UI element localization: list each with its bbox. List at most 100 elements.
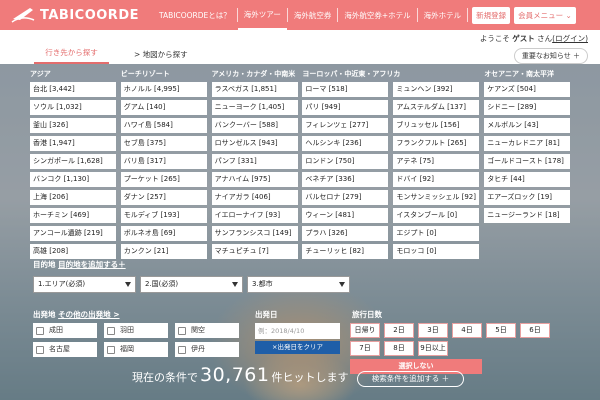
brand-logo[interactable]: TABICOORDE	[10, 5, 139, 25]
destination-link[interactable]: ホノルル [4,995]	[120, 82, 207, 97]
destination-link[interactable]: サンフランシスコ [149]	[211, 226, 298, 241]
destination-link[interactable]: プーケット [265]	[120, 172, 207, 187]
destination-selects: 1.エリア(必須) 2.国(必須) 3.都市	[33, 276, 354, 293]
destination-link[interactable]: 釜山 [326]	[30, 118, 116, 133]
destination-link[interactable]: ヘルシンキ [236]	[302, 136, 389, 151]
destination-link[interactable]: ロサンゼルス [943]	[211, 136, 298, 151]
destination-link[interactable]: パンフ [331]	[211, 154, 298, 169]
add-destination-link[interactable]: 目的地を追加する＋	[58, 260, 126, 269]
days-option[interactable]: 日帰り	[350, 323, 380, 338]
destination-link[interactable]: ラスベガス [1,851]	[211, 82, 298, 97]
destination-link[interactable]: アテネ [75]	[393, 154, 480, 169]
destination-link[interactable]: ブリュッセル [156]	[393, 118, 480, 133]
airport-label: 伊丹	[191, 345, 205, 353]
destination-link[interactable]: チューリッヒ [82]	[302, 244, 389, 259]
destination-link[interactable]: 台北 [3,442]	[30, 82, 116, 97]
destination-link[interactable]: フランクフルト [265]	[393, 136, 480, 151]
destination-link[interactable]: モロッコ [0]	[393, 244, 480, 259]
city-select[interactable]: 3.都市	[247, 276, 350, 293]
airport-checkbox-kansai[interactable]: 関空	[175, 323, 239, 338]
airport-checkbox-itami[interactable]: 伊丹	[175, 342, 239, 357]
destination-link[interactable]: ソウル [1,032]	[30, 100, 116, 115]
country-select[interactable]: 2.国(必須)	[140, 276, 243, 293]
airport-checkbox-nagoya[interactable]: 名古屋	[33, 342, 97, 357]
destination-link[interactable]: メルボルン [43]	[484, 118, 571, 133]
destination-link[interactable]: マチュピチュ [7]	[211, 244, 298, 259]
nav-flights[interactable]: 海外航空券	[288, 0, 338, 30]
airport-checkbox-haneda[interactable]: 羽田	[104, 323, 168, 338]
days-option[interactable]: 9日以上	[418, 341, 448, 356]
days-option[interactable]: 7日	[350, 341, 380, 356]
airport-checkbox-narita[interactable]: 成田	[33, 323, 97, 338]
destination-link[interactable]: ハワイ島 [584]	[120, 118, 207, 133]
tab-destination[interactable]: 行き先から探す	[34, 47, 109, 64]
airport-label: 関空	[191, 326, 205, 334]
destination-link[interactable]: ナイアガラ [406]	[211, 190, 298, 205]
destination-link[interactable]: アンコール遺跡 [219]	[30, 226, 116, 241]
destination-link[interactable]: ローマ [518]	[302, 82, 389, 97]
destination-link[interactable]: 香港 [1,947]	[30, 136, 116, 151]
days-option[interactable]: 4日	[452, 323, 482, 338]
register-button[interactable]: 新規登録	[472, 6, 511, 24]
destination-link[interactable]: タヒチ [44]	[484, 172, 571, 187]
clear-date-button[interactable]: ×出発日をクリア	[255, 341, 340, 354]
destination-link[interactable]: ホーチミン [469]	[30, 208, 116, 223]
tab-map[interactable]: > 地図から探す	[134, 49, 188, 64]
login-link[interactable]: (ログイン)	[552, 34, 588, 43]
nav-about[interactable]: TABICOORDEとは？	[153, 0, 237, 30]
other-departure-link[interactable]: その他の出発地 >	[58, 310, 119, 319]
destination-link[interactable]: グアム [140]	[120, 100, 207, 115]
days-option[interactable]: 3日	[418, 323, 448, 338]
destination-link[interactable]: カンクン [21]	[120, 244, 207, 259]
destination-link[interactable]: ケアンズ [504]	[484, 82, 571, 97]
destination-link[interactable]: ミュンヘン [392]	[393, 82, 480, 97]
destination-link[interactable]: エアーズロック [19]	[484, 190, 571, 205]
destination-link[interactable]: エジプト [0]	[393, 226, 480, 241]
destination-link[interactable]: ベネチア [336]	[302, 172, 389, 187]
days-option[interactable]: 2日	[384, 323, 414, 338]
destination-link[interactable]: モンサンミッシェル [92]	[393, 190, 480, 205]
airport-checkbox-fukuoka[interactable]: 福岡	[104, 342, 168, 357]
nav-hotels[interactable]: 海外ホテル	[418, 0, 468, 30]
destination-link[interactable]: バンコク [1,130]	[30, 172, 116, 187]
departure-date-input[interactable]: 例：2018/4/10	[255, 323, 340, 339]
days-option[interactable]: 8日	[384, 341, 414, 356]
destination-link[interactable]: ウィーン [481]	[302, 208, 389, 223]
destination-link[interactable]: バンクーバー [588]	[211, 118, 298, 133]
destination-link[interactable]: イスタンブール [0]	[393, 208, 480, 223]
destination-link[interactable]: シンガポール [1,628]	[30, 154, 116, 169]
days-option[interactable]: 5日	[486, 323, 516, 338]
nav-tours[interactable]: 海外ツアー	[237, 0, 287, 30]
destination-link[interactable]: バルセロナ [279]	[302, 190, 389, 205]
destination-link[interactable]: ダナン [257]	[120, 190, 207, 205]
destination-link[interactable]: セブ島 [375]	[120, 136, 207, 151]
destination-link[interactable]: イエローナイフ [93]	[211, 208, 298, 223]
destination-link[interactable]: ゴールドコースト [178]	[484, 154, 571, 169]
destination-link[interactable]: バリ島 [317]	[120, 154, 207, 169]
destination-link[interactable]: 高雄 [208]	[30, 244, 116, 259]
member-menu-label: 会員メニュー	[518, 10, 564, 20]
destination-link[interactable]: ドバイ [92]	[393, 172, 480, 187]
destination-link[interactable]: ロンドン [750]	[302, 154, 389, 169]
area-select[interactable]: 1.エリア(必須)	[33, 276, 136, 293]
destination-link[interactable]: アナハイム [975]	[211, 172, 298, 187]
destination-link[interactable]: パリ [949]	[302, 100, 389, 115]
days-option[interactable]: 6日	[520, 323, 550, 338]
add-search-condition-button[interactable]: 検索条件を追加する ＋	[357, 371, 464, 387]
nav-flight-hotel[interactable]: 海外航空券+ホテル	[338, 0, 416, 30]
destination-link[interactable]: 上海 [206]	[30, 190, 116, 205]
destination-link[interactable]: ボルネオ島 [69]	[120, 226, 207, 241]
nav-divider	[467, 8, 469, 22]
destination-link[interactable]: モルディブ [193]	[120, 208, 207, 223]
destination-link[interactable]: フィレンツェ [277]	[302, 118, 389, 133]
destination-link[interactable]: シドニー [289]	[484, 100, 571, 115]
destination-link[interactable]: ニュージーランド [18]	[484, 208, 571, 223]
destination-link[interactable]: プラハ [326]	[302, 226, 389, 241]
destination-link[interactable]: アムステルダム [137]	[393, 100, 480, 115]
airport-label: 福岡	[120, 345, 134, 353]
important-notice-button[interactable]: 重要なお知らせ ＋	[513, 48, 588, 64]
top-header: TABICOORDE TABICOORDEとは？ 海外ツアー 海外航空券 海外航…	[0, 0, 600, 30]
member-menu-button[interactable]: 会員メニュー ⌄	[514, 6, 576, 24]
destination-link[interactable]: ニューヨーク [1,405]	[211, 100, 298, 115]
destination-link[interactable]: ニューカレドニア [81]	[484, 136, 571, 151]
